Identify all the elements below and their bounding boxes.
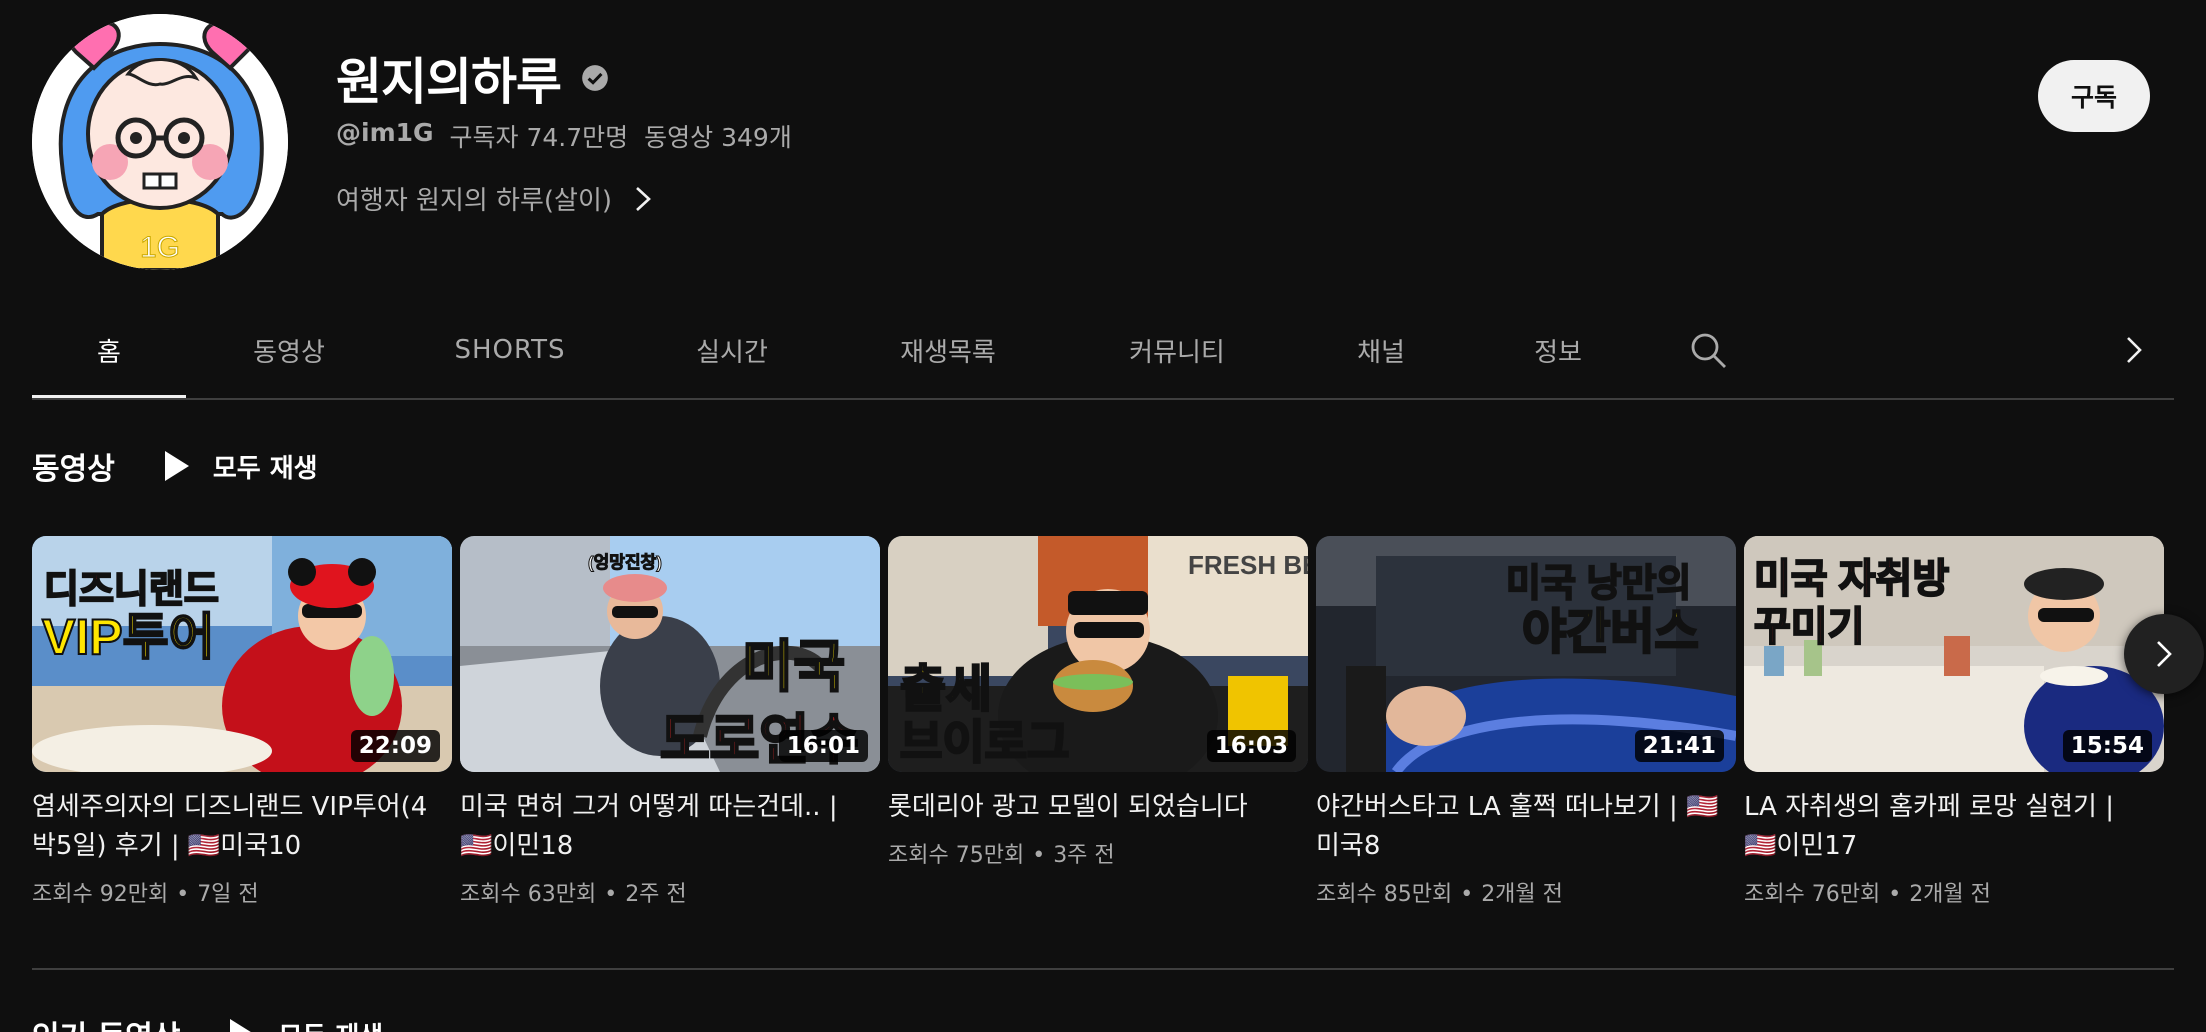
video-meta: 조회수 85만회 • 2개월 전 bbox=[1316, 882, 1563, 907]
video-thumbnail[interactable]: 미국 낭만의 야간버스 21:41 bbox=[1316, 536, 1736, 772]
tab-home[interactable]: 홈 bbox=[32, 300, 186, 400]
video-title[interactable]: 야간버스타고 LA 훌쩍 떠나보기 | 🇺🇸미국8 bbox=[1316, 788, 1736, 866]
video-card[interactable]: 디즈니랜드 VIP투어 22:09 염세주의자의 디즈니랜드 VIP투어(4박5… bbox=[32, 536, 452, 908]
chevron-right-icon bbox=[636, 186, 651, 211]
video-shelf: 디즈니랜드 VIP투어 22:09 염세주의자의 디즈니랜드 VIP투어(4박5… bbox=[32, 536, 2164, 908]
tab-channels[interactable]: 채널 bbox=[1294, 300, 1468, 400]
video-age: 3주 전 bbox=[1053, 843, 1115, 868]
thumbnail-caption: 브이로그 bbox=[900, 716, 1069, 768]
thumbnail-caption: (엉망진창) bbox=[588, 553, 662, 572]
popular-section-header: 인기 동영상 모두 재생 bbox=[32, 1012, 383, 1032]
channel-description[interactable]: 여행자 원지의 하루(살이) bbox=[336, 180, 654, 217]
video-duration-badge: 21:41 bbox=[1634, 730, 1724, 762]
tab-playlists[interactable]: 재생목록 bbox=[836, 300, 1060, 400]
thumbnail-caption: FRESH BEEF bbox=[1188, 550, 1308, 580]
video-views: 조회수 63만회 bbox=[460, 882, 597, 907]
video-card[interactable]: 미국 낭만의 야간버스 21:41 야간버스타고 LA 훌쩍 떠나보기 | 🇺🇸… bbox=[1316, 536, 1736, 908]
avatar-logo-text: 1G bbox=[140, 231, 180, 264]
tabs-divider bbox=[32, 398, 2174, 400]
play-icon bbox=[164, 451, 189, 481]
video-age: 2개월 전 bbox=[1909, 882, 1991, 907]
video-title[interactable]: 미국 면허 그거 어떻게 따는건데.. | 🇺🇸이민18 bbox=[460, 788, 880, 866]
videos-section-header: 동영상 모두 재생 bbox=[32, 444, 318, 488]
video-age: 2개월 전 bbox=[1481, 882, 1563, 907]
section-title[interactable]: 동영상 bbox=[32, 444, 115, 488]
play-icon bbox=[230, 1019, 252, 1032]
search-icon bbox=[1691, 333, 1726, 368]
video-meta: 조회수 75만회 • 3주 전 bbox=[888, 843, 1115, 868]
thumbnail-caption: 디즈니랜드 bbox=[44, 569, 219, 611]
video-thumbnail[interactable]: FRESH BEEF 출세 브이로그 16:03 bbox=[888, 536, 1308, 772]
thumbnail-caption: 꾸미기 bbox=[1754, 605, 1864, 649]
video-age: 2주 전 bbox=[625, 882, 687, 907]
video-duration-badge: 16:03 bbox=[1206, 730, 1296, 762]
avatar-illustration: 1G bbox=[32, 14, 288, 270]
tab-shorts[interactable]: SHORTS bbox=[392, 300, 628, 400]
video-card[interactable]: (엉망진창) 미국 도로연수 16:01 미국 면허 그거 어떻게 따는건데..… bbox=[460, 536, 880, 908]
video-views: 조회수 92만회 bbox=[32, 882, 169, 907]
shelf-next-button[interactable] bbox=[2124, 614, 2204, 694]
subscriber-count: 구독자 74.7만명 bbox=[449, 123, 629, 152]
thumbnail-caption: 야간버스 bbox=[1522, 606, 1699, 659]
play-all-button[interactable]: 모두 재생 bbox=[163, 448, 318, 485]
thumbnail-caption: 미국 bbox=[742, 635, 845, 698]
channel-name-row: 원지의하루 bbox=[336, 42, 609, 114]
section-divider bbox=[32, 968, 2174, 970]
channel-handle: @im1G bbox=[336, 118, 434, 147]
video-views: 조회수 85만회 bbox=[1316, 882, 1453, 907]
tab-videos[interactable]: 동영상 bbox=[186, 300, 392, 400]
video-meta: 조회수 76만회 • 2개월 전 bbox=[1744, 882, 1991, 907]
video-title[interactable]: 롯데리아 광고 모델이 되었습니다 bbox=[888, 788, 1308, 827]
video-age: 7일 전 bbox=[197, 882, 259, 907]
thumbnail-caption: 미국 자취방 bbox=[1754, 557, 1949, 601]
tab-community[interactable]: 커뮤니티 bbox=[1060, 300, 1294, 400]
play-all-label: 모두 재생 bbox=[278, 1016, 383, 1032]
play-all-label: 모두 재생 bbox=[212, 453, 318, 484]
tab-live[interactable]: 실시간 bbox=[628, 300, 836, 400]
video-thumbnail[interactable]: (엉망진창) 미국 도로연수 16:01 bbox=[460, 536, 880, 772]
play-all-button[interactable]: 모두 재생 bbox=[228, 1016, 383, 1032]
video-duration-badge: 15:54 bbox=[2062, 730, 2152, 762]
tab-about[interactable]: 정보 bbox=[1468, 300, 1648, 400]
video-duration-badge: 22:09 bbox=[350, 730, 440, 762]
video-views: 조회수 76만회 bbox=[1744, 882, 1881, 907]
thumbnail-caption: 미국 낭만의 bbox=[1506, 563, 1691, 605]
video-card[interactable]: FRESH BEEF 출세 브이로그 16:03 롯데리아 광고 모델이 되었습… bbox=[888, 536, 1308, 908]
channel-tabs: 홈 동영상 SHORTS 실시간 재생목록 커뮤니티 채널 정보 bbox=[32, 300, 2174, 400]
channel-meta: @im1G 구독자 74.7만명 동영상 349개 bbox=[336, 118, 792, 154]
channel-description-text: 여행자 원지의 하루(살이) bbox=[336, 186, 613, 216]
video-views: 조회수 75만회 bbox=[888, 843, 1025, 868]
video-meta: 조회수 63만회 • 2주 전 bbox=[460, 882, 687, 907]
video-card[interactable]: 미국 자취방 꾸미기 15:54 LA 자취생의 홈카페 로망 실현기 | 🇺🇸… bbox=[1744, 536, 2164, 908]
tabs-scroll-right-icon[interactable] bbox=[2116, 330, 2152, 370]
video-thumbnail[interactable]: 미국 자취방 꾸미기 15:54 bbox=[1744, 536, 2164, 772]
channel-search-button[interactable] bbox=[1648, 300, 1768, 400]
thumbnail-caption: VIP투어 bbox=[42, 609, 215, 665]
video-title[interactable]: 염세주의자의 디즈니랜드 VIP투어(4박5일) 후기 | 🇺🇸미국10 bbox=[32, 788, 452, 866]
channel-page: 1G 원지의하루 @im1G 구독자 74.7만명 동영상 349개 여행자 원… bbox=[0, 0, 2206, 1032]
video-meta: 조회수 92만회 • 7일 전 bbox=[32, 882, 259, 907]
chevron-right-icon bbox=[2157, 641, 2172, 667]
video-count: 동영상 349개 bbox=[644, 123, 792, 152]
channel-avatar[interactable]: 1G bbox=[32, 14, 288, 270]
thumbnail-caption: 출세 bbox=[900, 661, 992, 717]
subscribe-button[interactable]: 구독 bbox=[2038, 60, 2150, 132]
verified-badge-icon bbox=[582, 65, 608, 91]
section-title[interactable]: 인기 동영상 bbox=[32, 1012, 180, 1032]
video-duration-badge: 16:01 bbox=[778, 730, 868, 762]
video-title[interactable]: LA 자취생의 홈카페 로망 실현기 | 🇺🇸이민17 bbox=[1744, 788, 2164, 866]
video-thumbnail[interactable]: 디즈니랜드 VIP투어 22:09 bbox=[32, 536, 452, 772]
channel-name: 원지의하루 bbox=[336, 53, 562, 111]
